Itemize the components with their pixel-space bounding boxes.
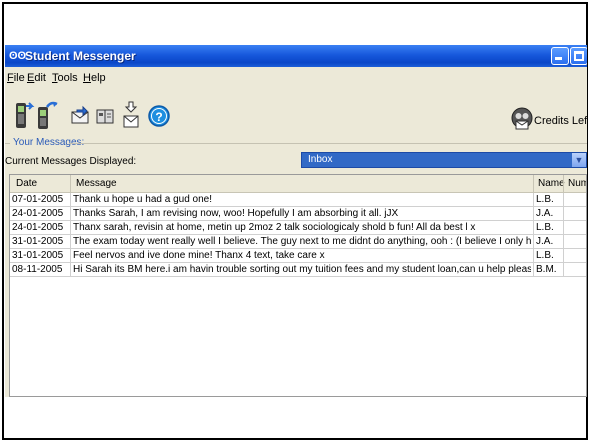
cell-divider — [563, 193, 564, 206]
menu-edit[interactable]: Edit — [27, 72, 46, 84]
svg-text:?: ? — [155, 110, 162, 124]
menu-bar: File Edit Tools Help — [5, 72, 587, 88]
cell-divider — [70, 221, 71, 234]
cell-date: 31-01-2005 — [12, 250, 64, 261]
cell-divider — [533, 221, 534, 234]
cell-date: 24-01-2005 — [12, 222, 64, 233]
table-row[interactable]: 07-01-2005 Thank u hope u had a gud one!… — [10, 193, 586, 207]
cell-divider — [563, 235, 564, 248]
column-divider[interactable] — [533, 175, 534, 192]
section-divider — [5, 143, 10, 144]
cell-message: Thanks Sarah, I am revising now, woo! Ho… — [73, 208, 399, 219]
column-divider[interactable] — [563, 175, 564, 192]
cell-name: L.B. — [536, 194, 554, 205]
cell-divider — [70, 235, 71, 248]
cell-date: 07-01-2005 — [12, 194, 64, 205]
table-row[interactable]: 08-11-2005 Hi Sarah its BM here.i am hav… — [10, 263, 586, 277]
cell-name: J.A. — [536, 236, 554, 247]
minimize-icon — [555, 50, 562, 60]
phone-send-button[interactable] — [11, 101, 35, 131]
title-bar[interactable]: ʘʘ Student Messenger — [5, 45, 587, 67]
menu-help[interactable]: Help — [83, 72, 106, 84]
credits-icon — [511, 107, 533, 130]
section-divider — [69, 143, 587, 144]
table-row[interactable]: 31-01-2005 The exam today went really we… — [10, 235, 586, 249]
cell-name: J.A. — [536, 208, 554, 219]
current-messages-label: Current Messages Displayed: — [5, 156, 137, 167]
address-book-button[interactable] — [93, 101, 117, 131]
cell-name: B.M. — [536, 264, 557, 275]
cell-message: Thank u hope u had a gud one! — [73, 194, 213, 205]
address-book-icon — [96, 109, 114, 124]
inbox-button[interactable] — [119, 101, 143, 131]
cell-divider — [533, 193, 534, 206]
inbox-download-icon — [123, 101, 139, 128]
minimize-button[interactable] — [551, 47, 569, 65]
cell-name: L.B. — [536, 222, 554, 233]
phone-receive-icon — [38, 101, 58, 129]
cell-message: The exam today went really well I believ… — [73, 236, 531, 247]
chevron-down-icon[interactable]: ▼ — [572, 153, 586, 167]
cell-date: 24-01-2005 — [12, 208, 64, 219]
cell-name: L.B. — [536, 250, 554, 261]
cell-divider — [533, 207, 534, 220]
column-divider[interactable] — [70, 175, 71, 192]
credits-left-label: Credits Left: 27.00 — [534, 115, 587, 127]
cell-divider — [70, 263, 71, 276]
app-icon: ʘʘ — [9, 50, 27, 62]
table-row[interactable]: 24-01-2005 Thanx sarah, revisin at home,… — [10, 221, 586, 235]
cell-divider — [70, 249, 71, 262]
cell-message: Thanx sarah, revisin at home, metin up 2… — [73, 222, 476, 233]
cell-divider — [563, 221, 564, 234]
column-date[interactable]: Date — [16, 178, 37, 189]
menu-tools[interactable]: Tools — [52, 72, 78, 84]
maximize-icon — [574, 51, 584, 61]
help-icon: ? — [148, 105, 170, 127]
folder-select-value: Inbox — [308, 154, 333, 165]
column-number[interactable]: Number — [568, 178, 586, 189]
cell-divider — [563, 263, 564, 276]
cell-message: Feel nervos and ive done mine! Thanx 4 t… — [73, 250, 325, 261]
forward-message-button[interactable] — [68, 101, 92, 131]
forward-message-icon — [71, 105, 89, 124]
cell-message: Hi Sarah its BM here.i am havin trouble … — [73, 264, 531, 275]
phone-send-icon — [16, 102, 35, 128]
help-button[interactable]: ? — [147, 101, 171, 131]
cell-divider — [533, 249, 534, 262]
cell-date: 31-01-2005 — [12, 236, 64, 247]
app-window: ʘʘ Student Messenger File Edit Tools Hel… — [5, 45, 587, 397]
cell-divider — [70, 207, 71, 220]
cell-divider — [70, 193, 71, 206]
window-title: Student Messenger — [25, 49, 136, 63]
menu-file[interactable]: File — [7, 72, 25, 84]
toolbar: ? Credits Left: 27.00 — [5, 101, 587, 135]
cell-divider — [563, 207, 564, 220]
cell-divider — [533, 235, 534, 248]
messages-table: Date Message Name Number 07-01-2005 Than… — [9, 174, 587, 397]
cell-divider — [563, 249, 564, 262]
column-name[interactable]: Name — [538, 178, 565, 189]
phone-receive-button[interactable] — [35, 101, 59, 131]
cell-date: 08-11-2005 — [12, 264, 63, 275]
maximize-button[interactable] — [570, 47, 587, 65]
folder-select[interactable]: Inbox ▼ — [301, 152, 587, 168]
table-row[interactable]: 24-01-2005 Thanks Sarah, I am revising n… — [10, 207, 586, 221]
column-message[interactable]: Message — [76, 178, 117, 189]
table-header: Date Message Name Number — [10, 175, 586, 193]
cell-divider — [533, 263, 534, 276]
table-row[interactable]: 31-01-2005 Feel nervos and ive done mine… — [10, 249, 586, 263]
